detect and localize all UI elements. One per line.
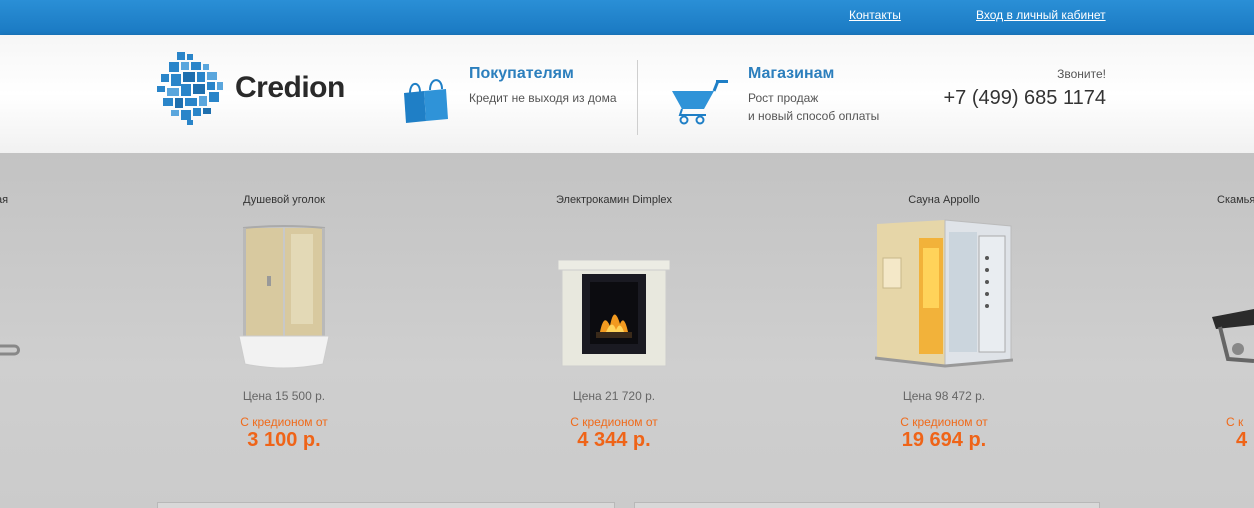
shops-subtitle-1: Рост продаж <box>748 91 819 105</box>
shops-link[interactable]: Магазинам <box>748 65 879 83</box>
product-price: Цена 21 720 р. <box>572 389 656 403</box>
bottom-panel-right <box>634 502 1100 508</box>
credit-label-partial: С к <box>1226 415 1244 429</box>
buyers-block: Покупателям Кредит не выходя из дома <box>469 65 617 107</box>
top-bar: Контакты Вход в личный кабинет <box>0 0 1254 35</box>
product-name-partial-right[interactable]: Скамья <box>1217 194 1254 206</box>
header: Credion Покупателям Кредит не выходя из … <box>0 35 1254 153</box>
phone-number: +7 (499) 685 1174 <box>943 87 1106 109</box>
shops-subtitle-2: и новый способ оплаты <box>748 109 880 123</box>
product-price: Цена 98 472 р. <box>902 389 986 403</box>
partial-product-image-right[interactable] <box>1208 295 1254 370</box>
credit-value: 3 100 р. <box>247 429 321 451</box>
header-divider <box>637 60 638 135</box>
credit-value: 4 344 р. <box>577 429 651 451</box>
shopping-bag-icon[interactable] <box>402 75 452 123</box>
shower-cabin-image[interactable] <box>239 224 329 372</box>
credit-label: С кредионом от <box>900 415 988 429</box>
partial-product-image-left[interactable] <box>0 338 24 368</box>
contacts-link[interactable]: Контакты <box>849 8 901 22</box>
product-price: Цена 15 500 р. <box>242 389 326 403</box>
logo[interactable]: Credion <box>157 50 357 125</box>
credit-value-partial: 4 <box>1236 429 1248 451</box>
shops-block: Магазинам Рост продаж и новый способ опл… <box>748 65 879 125</box>
buyers-link[interactable]: Покупателям <box>469 65 617 83</box>
credit-label: С кредионом от <box>570 415 658 429</box>
product-name-partial-left: ая <box>0 194 9 206</box>
product-carousel: ая Душевой уголок Цена 15 500 р. С креди… <box>0 153 1254 508</box>
product-name[interactable]: Электрокамин Dimplex <box>484 194 744 206</box>
electric-fireplace-image[interactable] <box>558 260 670 368</box>
product-name[interactable]: Сауна Appollo <box>814 194 1074 206</box>
logo-text: Credion <box>235 71 345 104</box>
buyers-subtitle: Кредит не выходя из дома <box>469 91 617 105</box>
credit-value: 19 694 р. <box>901 429 987 451</box>
sauna-image[interactable] <box>875 218 1013 370</box>
shopping-cart-icon[interactable] <box>670 77 732 125</box>
bottom-panel-left <box>157 502 615 508</box>
login-link[interactable]: Вход в личный кабинет <box>976 8 1106 22</box>
product-name[interactable]: Душевой уголок <box>154 194 414 206</box>
credit-label: С кредионом от <box>240 415 328 429</box>
call-label: Звоните! <box>1057 67 1106 81</box>
logo-mosaic-icon <box>157 52 223 125</box>
